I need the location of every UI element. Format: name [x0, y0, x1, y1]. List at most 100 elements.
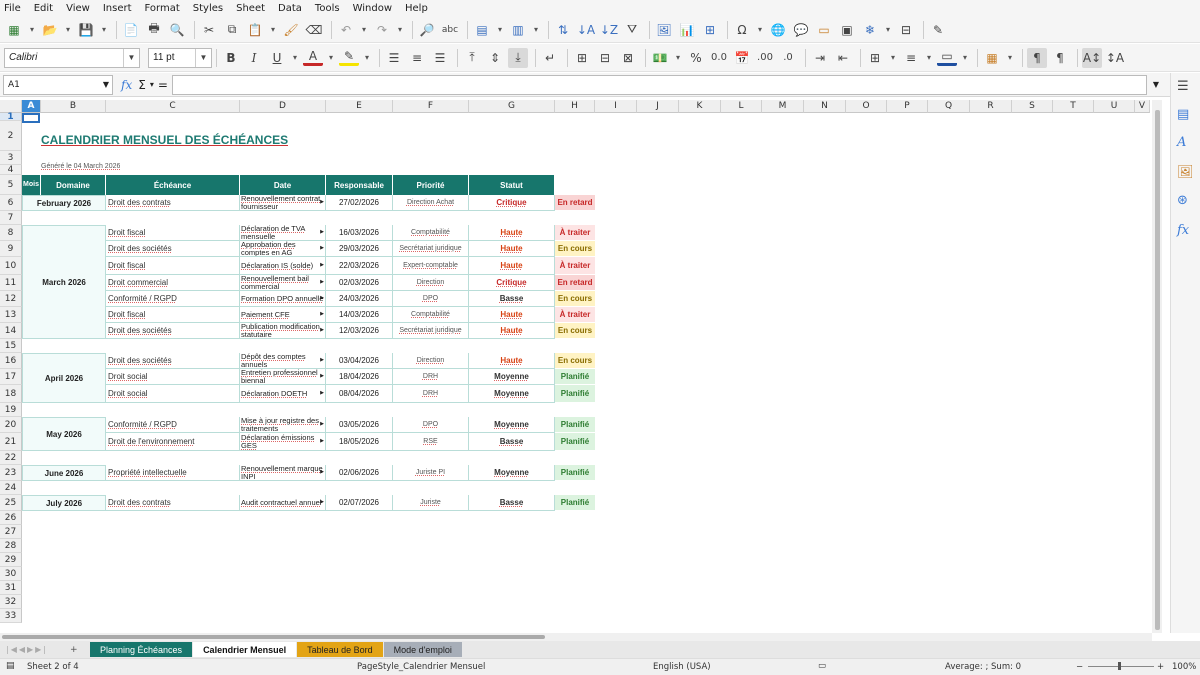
pivot-table-icon[interactable]: ⊞ — [700, 20, 720, 40]
domain-cell[interactable]: Droit social — [106, 385, 240, 403]
function-wizard-icon[interactable]: fx — [121, 78, 132, 92]
menu-item-sheet[interactable]: Sheet — [236, 3, 265, 14]
date-cell[interactable]: 18/04/2026 — [326, 369, 393, 385]
status-badge[interactable]: Planifié — [555, 369, 595, 385]
status-badge[interactable]: À traiter — [555, 257, 595, 275]
status-badge[interactable]: À traiter — [555, 307, 595, 323]
row-dropdown-icon[interactable]: ▾ — [495, 20, 505, 40]
row-header-32[interactable]: 32 — [0, 595, 22, 609]
language[interactable]: English (USA) — [653, 662, 711, 672]
sort-icon[interactable]: ⇅ — [553, 20, 573, 40]
date-cell[interactable]: 02/06/2026 — [326, 465, 393, 481]
conditional-format-icon[interactable]: ▦ — [982, 48, 1002, 68]
status-badge[interactable]: En cours — [555, 353, 595, 369]
echeance-cell[interactable]: Renouvellement marque INPI — [240, 465, 326, 481]
special-character-dropdown-icon[interactable]: ▾ — [755, 20, 765, 40]
column-header-g[interactable]: G — [469, 100, 555, 113]
column-dropdown-icon[interactable]: ▾ — [531, 20, 541, 40]
zoom-slider-thumb[interactable] — [1118, 662, 1121, 670]
priority-cell[interactable]: Haute — [469, 353, 555, 369]
status-badge[interactable]: Planifié — [555, 417, 595, 433]
name-box[interactable]: A1 ▼ — [3, 74, 113, 95]
row-header-26[interactable]: 26 — [0, 511, 22, 525]
vertical-scrollbar[interactable] — [1152, 100, 1162, 633]
text-direction-ltr-icon[interactable]: ¶ — [1027, 47, 1047, 68]
status-badge[interactable]: En cours — [555, 323, 595, 339]
domain-cell[interactable]: Droit fiscal — [106, 307, 240, 323]
page-style[interactable]: PageStyle_Calendrier Mensuel — [357, 662, 485, 672]
date-cell[interactable]: 03/04/2026 — [326, 353, 393, 369]
row-header-21[interactable]: 21 — [0, 433, 22, 451]
clone-formatting-icon[interactable]: 🖌 — [281, 20, 301, 40]
sidebar-menu-icon[interactable]: ☰ — [1177, 79, 1189, 94]
conditional-dropdown-icon[interactable]: ▾ — [1005, 48, 1015, 68]
tab-planning[interactable]: Planning Échéances — [90, 642, 193, 657]
print-preview-icon[interactable]: 🔍 — [167, 20, 187, 40]
column-header-d[interactable]: D — [240, 100, 326, 113]
column-header-e[interactable]: E — [326, 100, 393, 113]
zoom-slider[interactable] — [1088, 666, 1154, 667]
clear-formatting-icon[interactable]: ⌫ — [304, 20, 324, 40]
echeance-cell[interactable]: Approbation des comptes en AG — [240, 241, 326, 257]
delete-decimal-icon[interactable]: .0 — [778, 48, 798, 68]
percent-format-icon[interactable]: % — [686, 48, 706, 68]
row-header-22[interactable]: 22 — [0, 451, 22, 465]
zoom-out-icon[interactable]: − — [1076, 662, 1083, 672]
row-header-14[interactable]: 14 — [0, 323, 22, 339]
column-icon[interactable]: ▥ — [508, 20, 528, 40]
domain-cell[interactable]: Droit de l'environnement — [106, 433, 240, 451]
special-character-icon[interactable]: Ω — [732, 20, 752, 40]
copy-icon[interactable]: ⧉ — [222, 20, 242, 40]
responsable-cell[interactable]: DRH — [393, 385, 469, 403]
date-cell[interactable]: 02/03/2026 — [326, 275, 393, 291]
status-badge[interactable]: Planifié — [555, 433, 595, 451]
responsable-cell[interactable]: Direction Achat — [393, 195, 469, 211]
domain-cell[interactable]: Droit des contrats — [106, 195, 240, 211]
undo-dropdown-icon[interactable]: ▾ — [359, 20, 369, 40]
echeance-cell[interactable]: Publication modification statutaire — [240, 323, 326, 339]
row-header-19[interactable]: 19 — [0, 403, 22, 417]
column-header-t[interactable]: T — [1053, 100, 1094, 113]
align-left-icon[interactable]: ☰ — [384, 48, 404, 68]
print-icon[interactable]: 🖶 — [144, 20, 164, 40]
row-header-13[interactable]: 13 — [0, 307, 22, 323]
column-header-f[interactable]: F — [393, 100, 469, 113]
header-mois[interactable]: Mois — [22, 175, 41, 195]
status-badge[interactable]: Planifié — [555, 495, 595, 511]
column-header-k[interactable]: K — [679, 100, 721, 113]
formula-equals-icon[interactable]: = — [158, 78, 168, 92]
date-format-icon[interactable]: 📅 — [732, 48, 752, 68]
echeance-cell[interactable]: Dépôt des comptes annuels — [240, 353, 326, 369]
freeze-rows-icon[interactable]: ❄ — [860, 20, 880, 40]
responsable-cell[interactable]: Direction — [393, 275, 469, 291]
row-header-8[interactable]: 8 — [0, 225, 22, 241]
echeance-cell[interactable]: Déclaration de TVA mensuelle — [240, 225, 326, 241]
priority-cell[interactable]: Basse — [469, 495, 555, 511]
split-window-icon[interactable]: ⊟ — [896, 20, 916, 40]
row-header-12[interactable]: 12 — [0, 291, 22, 307]
row-header-11[interactable]: 11 — [0, 275, 22, 291]
row-header-7[interactable]: 7 — [0, 211, 22, 225]
menu-item-styles[interactable]: Styles — [193, 3, 223, 14]
unmerge-cells-icon[interactable]: ⊠ — [618, 48, 638, 68]
row-header-10[interactable]: 10 — [0, 257, 22, 275]
header-echeance[interactable]: Échéance — [106, 175, 240, 195]
priority-cell[interactable]: Basse — [469, 291, 555, 307]
header-date[interactable]: Date — [240, 175, 326, 195]
priority-cell[interactable]: Moyenne — [469, 385, 555, 403]
spreadsheet-grid[interactable]: CALENDRIER MENSUEL DES ÉCHÉANCES Généré … — [22, 113, 1150, 633]
align-top-icon[interactable]: ⤒ — [462, 48, 482, 68]
border-style-icon[interactable]: ≡ — [901, 48, 921, 68]
font-color-icon[interactable]: A — [303, 49, 323, 66]
merge-center-icon[interactable]: ⊞ — [572, 48, 592, 68]
domain-cell[interactable]: Droit des sociétés — [106, 241, 240, 257]
date-cell[interactable]: 27/02/2026 — [326, 195, 393, 211]
scroll-thumb[interactable] — [2, 635, 545, 639]
responsable-cell[interactable]: Direction — [393, 353, 469, 369]
underline-button[interactable]: U — [267, 48, 287, 68]
zoom-level[interactable]: 100% — [1172, 662, 1196, 672]
navigator-icon[interactable]: ⊛ — [1177, 193, 1188, 208]
row-header-31[interactable]: 31 — [0, 581, 22, 595]
column-header-c[interactable]: C — [106, 100, 240, 113]
status-badge[interactable]: En cours — [555, 291, 595, 307]
